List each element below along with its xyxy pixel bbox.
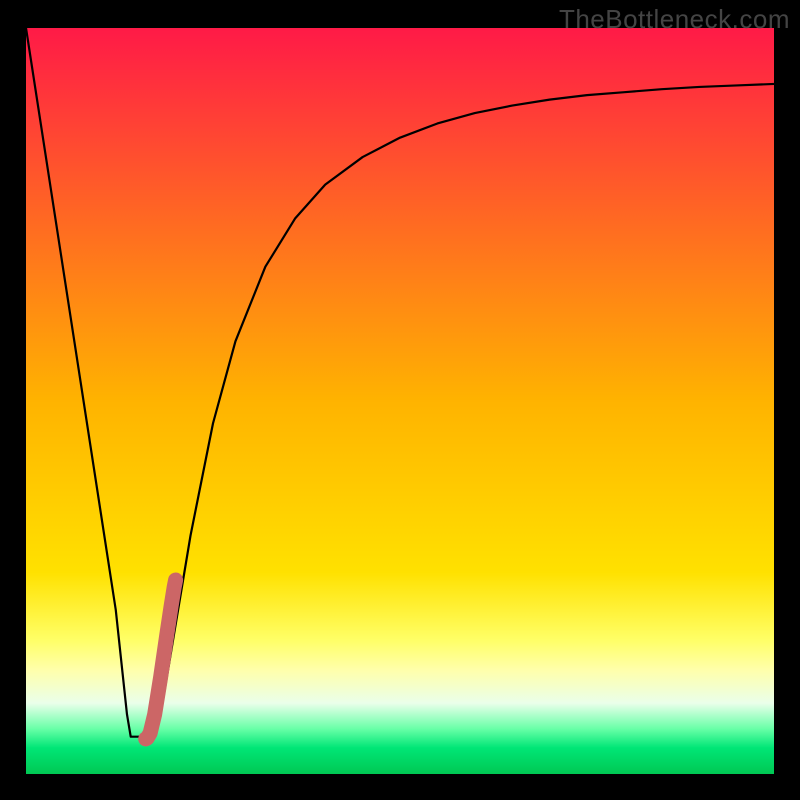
bottleneck-chart [26,28,774,774]
plot-area [26,28,774,774]
chart-background [26,28,774,774]
watermark-text: TheBottleneck.com [559,4,790,35]
